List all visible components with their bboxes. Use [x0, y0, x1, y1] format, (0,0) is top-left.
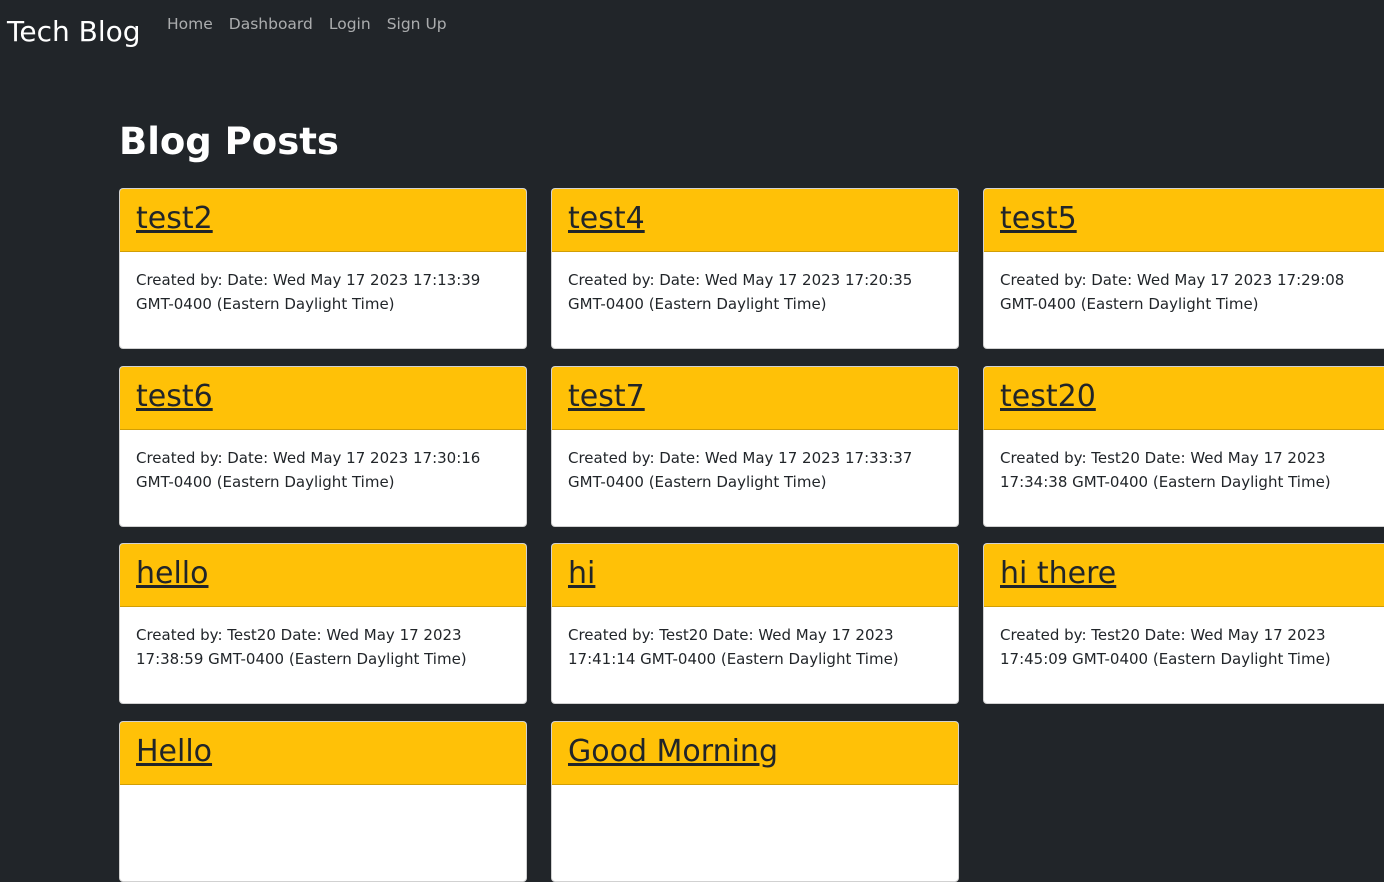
post-meta: Created by: Date: Wed May 17 2023 17:29:…	[1000, 271, 1345, 313]
post-meta	[120, 785, 526, 801]
post-card-header: test7	[552, 366, 958, 430]
page-title: Blog Posts	[119, 120, 339, 163]
post-card-header: hello	[120, 544, 526, 607]
post-card-header: test4	[552, 189, 958, 252]
post-meta: Created by: Date: Wed May 17 2023 17:30:…	[136, 448, 481, 491]
post-card-header: test2	[120, 189, 526, 252]
post-card: test20 Created by: Test20 Date: Wed May …	[983, 365, 1384, 527]
post-card-header: Hello	[120, 721, 526, 785]
post-meta: Created by: Test20 Date: Wed May 17 2023…	[568, 626, 899, 668]
post-title-link[interactable]: Hello	[136, 734, 212, 769]
nav-link-signup[interactable]: Sign Up	[379, 12, 455, 36]
post-title-link[interactable]: hi there	[1000, 556, 1116, 591]
post-title-link[interactable]: test6	[136, 379, 213, 414]
post-card: test5 Created by: Date: Wed May 17 2023 …	[983, 188, 1384, 349]
post-card: hi Created by: Test20 Date: Wed May 17 2…	[551, 543, 959, 704]
post-card-header: Good Morning	[552, 721, 958, 785]
post-card-header: test6	[120, 366, 526, 430]
post-card: test7 Created by: Date: Wed May 17 2023 …	[551, 365, 959, 527]
post-card: Hello	[119, 720, 527, 882]
post-meta: Created by: Test20 Date: Wed May 17 2023…	[136, 626, 467, 668]
post-title-link[interactable]: test2	[136, 201, 213, 236]
post-meta: Created by: Date: Wed May 17 2023 17:33:…	[568, 448, 913, 491]
post-title-link[interactable]: test5	[1000, 201, 1077, 236]
post-card: hi there Created by: Test20 Date: Wed Ma…	[983, 543, 1384, 704]
post-meta: Created by: Date: Wed May 17 2023 17:13:…	[136, 271, 481, 313]
post-card: test6 Created by: Date: Wed May 17 2023 …	[119, 365, 527, 527]
post-meta: Created by: Test20 Date: Wed May 17 2023…	[1000, 448, 1331, 491]
nav-link-login[interactable]: Login	[321, 12, 379, 36]
post-title-link[interactable]: test4	[568, 201, 645, 236]
navbar: Tech Blog Home Dashboard Login Sign Up	[0, 0, 1384, 60]
post-card-header: test20	[984, 366, 1384, 430]
post-card: Good Morning	[551, 720, 959, 882]
post-title-link[interactable]: hi	[568, 556, 595, 591]
post-title-link[interactable]: test20	[1000, 379, 1096, 414]
post-card: hello Created by: Test20 Date: Wed May 1…	[119, 543, 527, 704]
nav-link-home[interactable]: Home	[159, 12, 221, 36]
post-meta: Created by: Date: Wed May 17 2023 17:20:…	[568, 271, 913, 313]
brand-link[interactable]: Tech Blog	[7, 12, 141, 52]
post-meta	[552, 785, 958, 801]
post-meta: Created by: Test20 Date: Wed May 17 2023…	[1000, 626, 1331, 668]
post-title-link[interactable]: hello	[136, 556, 209, 591]
nav-links: Home Dashboard Login Sign Up	[159, 12, 455, 36]
posts-grid: test2 Created by: Date: Wed May 17 2023 …	[119, 188, 1384, 882]
post-card-header: test5	[984, 189, 1384, 252]
post-card-header: hi	[552, 544, 958, 607]
post-title-link[interactable]: test7	[568, 379, 645, 414]
post-card-header: hi there	[984, 544, 1384, 607]
post-card: test4 Created by: Date: Wed May 17 2023 …	[551, 188, 959, 349]
nav-link-dashboard[interactable]: Dashboard	[221, 12, 321, 36]
post-card: test2 Created by: Date: Wed May 17 2023 …	[119, 188, 527, 349]
post-title-link[interactable]: Good Morning	[568, 734, 778, 769]
